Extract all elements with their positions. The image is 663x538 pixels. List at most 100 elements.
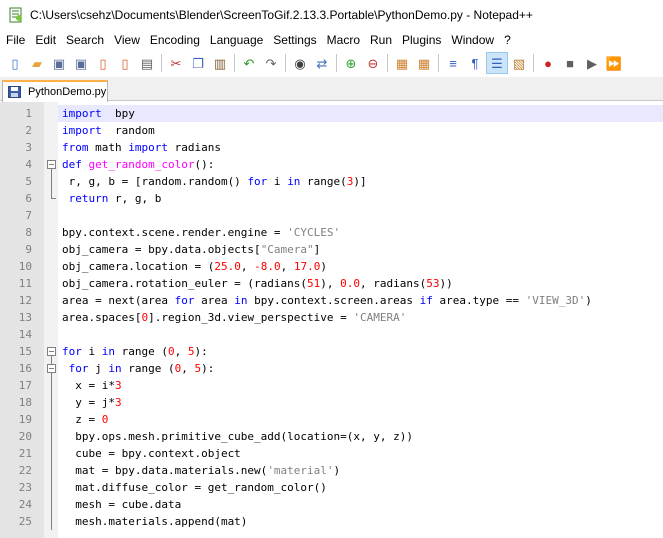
code-text[interactable]: area.spaces[0].region_3d.view_perspectiv…: [58, 309, 663, 326]
menu-language[interactable]: Language: [205, 30, 268, 50]
code-text[interactable]: def get_random_color():: [58, 156, 663, 173]
open-file-button[interactable]: ▰: [26, 52, 48, 74]
code-line[interactable]: 21 cube = bpy.context.object: [0, 445, 663, 462]
code-line[interactable]: 20 bpy.ops.mesh.primitive_cube_add(locat…: [0, 428, 663, 445]
code-text[interactable]: [58, 207, 663, 224]
code-line[interactable]: 23 mat.diffuse_color = get_random_color(…: [0, 479, 663, 496]
code-text[interactable]: bpy.ops.mesh.primitive_cube_add(location…: [58, 428, 663, 445]
code-line[interactable]: 5 r, g, b = [random.random() for i in ra…: [0, 173, 663, 190]
menu-view[interactable]: View: [109, 30, 145, 50]
menu-settings[interactable]: Settings: [268, 30, 321, 50]
menu-file[interactable]: File: [0, 30, 30, 50]
record-macro-icon: ●: [544, 55, 552, 71]
menu-encoding[interactable]: Encoding: [145, 30, 205, 50]
save-button[interactable]: ▣: [48, 52, 70, 74]
code-text[interactable]: [58, 326, 663, 343]
code-text[interactable]: obj_camera.rotation_euler = (radians(51)…: [58, 275, 663, 292]
code-line[interactable]: 2 import random: [0, 122, 663, 139]
show-all-chars-button[interactable]: ¶: [464, 52, 486, 74]
menu-search[interactable]: Search: [61, 30, 109, 50]
zoom-out-button[interactable]: ⊖: [362, 52, 384, 74]
code-text[interactable]: cube = bpy.context.object: [58, 445, 663, 462]
code-line[interactable]: 15 for i in range (0, 5):: [0, 343, 663, 360]
cut-button[interactable]: ✂: [165, 52, 187, 74]
code-text[interactable]: import bpy: [58, 105, 663, 122]
close-button[interactable]: ▯: [92, 52, 114, 74]
replace-button[interactable]: ⇄: [311, 52, 333, 74]
code-text[interactable]: mesh.materials.append(mat): [58, 513, 663, 530]
code-text[interactable]: mesh = cube.data: [58, 496, 663, 513]
notepadpp-app-icon[interactable]: [8, 7, 24, 23]
code-text[interactable]: return r, g, b: [58, 190, 663, 207]
sync-vertical-button[interactable]: ▦: [391, 52, 413, 74]
code-text[interactable]: for j in range (0, 5):: [58, 360, 663, 377]
tab-pythondemo[interactable]: PythonDemo.py: [2, 80, 108, 102]
fold-collapse-icon[interactable]: [44, 343, 58, 360]
menu-window[interactable]: Window: [446, 30, 499, 50]
code-line[interactable]: 24 mesh = cube.data: [0, 496, 663, 513]
code-text[interactable]: for i in range (0, 5):: [58, 343, 663, 360]
line-number: 8: [25, 226, 32, 239]
paste-icon: ▥: [213, 55, 227, 71]
code-line[interactable]: 7: [0, 207, 663, 224]
print-button[interactable]: ▤: [136, 52, 158, 74]
find-button[interactable]: ◉: [289, 52, 311, 74]
code-text[interactable]: from math import radians: [58, 139, 663, 156]
fold-line: [44, 513, 58, 530]
code-text[interactable]: obj_camera.location = (25.0, -8.0, 17.0): [58, 258, 663, 275]
code-text[interactable]: y = j*3: [58, 394, 663, 411]
code-line[interactable]: 17 x = i*3: [0, 377, 663, 394]
stop-macro-button[interactable]: ■: [559, 52, 581, 74]
code-text[interactable]: r, g, b = [random.random() for i in rang…: [58, 173, 663, 190]
word-wrap-button[interactable]: ≡: [442, 52, 464, 74]
run-macro-multiple-button[interactable]: ⏩: [603, 52, 625, 74]
code-line[interactable]: 13 area.spaces[0].region_3d.view_perspect…: [0, 309, 663, 326]
code-text[interactable]: obj_camera = bpy.data.objects["Camera"]: [58, 241, 663, 258]
code-text[interactable]: area = next(area for area in bpy.context…: [58, 292, 663, 309]
copy-button[interactable]: ❐: [187, 52, 209, 74]
code-line[interactable]: 4 def get_random_color():: [0, 156, 663, 173]
code-text[interactable]: import random: [58, 122, 663, 139]
code-text[interactable]: mat = bpy.data.materials.new('material'): [58, 462, 663, 479]
record-macro-button[interactable]: ●: [537, 52, 559, 74]
code-text[interactable]: mat.diffuse_color = get_random_color(): [58, 479, 663, 496]
user-lang-button[interactable]: ▧: [508, 52, 530, 74]
code-text[interactable]: x = i*3: [58, 377, 663, 394]
sync-horizontal-button[interactable]: ▦: [413, 52, 435, 74]
code-line[interactable]: 3 from math import radians: [0, 139, 663, 156]
fold-collapse-icon[interactable]: [44, 360, 58, 377]
menu-plugins[interactable]: Plugins: [397, 30, 446, 50]
code-line[interactable]: 25 mesh.materials.append(mat): [0, 513, 663, 530]
undo-button[interactable]: ↶: [238, 52, 260, 74]
code-text[interactable]: z = 0: [58, 411, 663, 428]
save-all-button[interactable]: ▣: [70, 52, 92, 74]
code-line[interactable]: 14: [0, 326, 663, 343]
code-line[interactable]: 16 for j in range (0, 5):: [0, 360, 663, 377]
code-line[interactable]: 11 obj_camera.rotation_euler = (radians(5…: [0, 275, 663, 292]
paste-button[interactable]: ▥: [209, 52, 231, 74]
code-line[interactable]: 18 y = j*3: [0, 394, 663, 411]
close-all-button[interactable]: ▯: [114, 52, 136, 74]
zoom-in-button[interactable]: ⊕: [340, 52, 362, 74]
code-line[interactable]: 1 import bpy: [0, 105, 663, 122]
menu-run[interactable]: Run: [365, 30, 397, 50]
redo-button[interactable]: ↷: [260, 52, 282, 74]
menu-edit[interactable]: Edit: [30, 30, 61, 50]
code-line[interactable]: 19 z = 0: [0, 411, 663, 428]
code-line[interactable]: 6 return r, g, b: [0, 190, 663, 207]
code-line[interactable]: 12 area = next(area for area in bpy.conte…: [0, 292, 663, 309]
code-editor[interactable]: 1 import bpy 2 import random 3 from math impo…: [0, 102, 663, 538]
code-token: import: [62, 107, 102, 120]
code-line[interactable]: 22 mat = bpy.data.materials.new('materia…: [0, 462, 663, 479]
new-file-button[interactable]: ▯: [4, 52, 26, 74]
menu-macro[interactable]: Macro: [322, 30, 365, 50]
code-line[interactable]: 10 obj_camera.location = (25.0, -8.0, 17.…: [0, 258, 663, 275]
indent-guide-button[interactable]: ☰: [486, 52, 508, 74]
menu-help[interactable]: ?: [499, 30, 516, 50]
play-macro-button[interactable]: ▶: [581, 52, 603, 74]
code-text[interactable]: bpy.context.scene.render.engine = 'CYCLE…: [58, 224, 663, 241]
fold-collapse-icon[interactable]: [44, 156, 58, 173]
code-line[interactable]: 8 bpy.context.scene.render.engine = 'CYCL…: [0, 224, 663, 241]
indent-guide-icon: ☰: [491, 55, 503, 71]
code-line[interactable]: 9 obj_camera = bpy.data.objects["Camera"]: [0, 241, 663, 258]
